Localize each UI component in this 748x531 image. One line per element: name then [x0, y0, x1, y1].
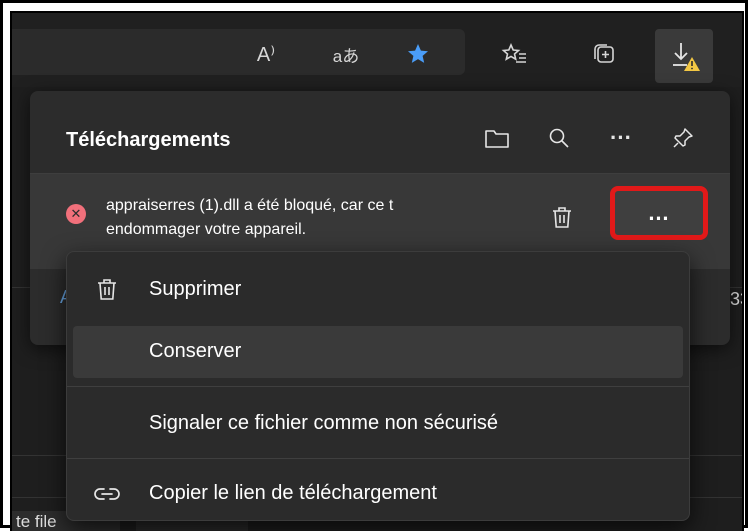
page-number-fragment: 33: [730, 289, 742, 309]
read-aloud-icon[interactable]: A⁾: [250, 40, 282, 68]
menu-separator: [67, 386, 689, 387]
browser-toolbar: A⁾ aあ: [12, 13, 742, 87]
download-message-line1: appraiserres (1).dll a été bloqué, car c…: [106, 197, 394, 214]
screenshot-frame: te file 33 A⁾ aあ: [0, 0, 748, 531]
menu-item-label: Copier le lien de téléchargement: [149, 482, 437, 504]
menu-item-keep[interactable]: Conserver: [73, 326, 683, 378]
menu-item-report-unsafe[interactable]: Signaler ce fichier comme non sécurisé: [67, 398, 689, 450]
download-item-message: appraiserres (1).dll a été bloqué, car c…: [106, 194, 516, 242]
menu-separator: [67, 458, 689, 459]
menu-item-label: Signaler ce fichier comme non sécurisé: [149, 412, 499, 434]
link-icon: [93, 480, 121, 508]
trash-icon: [93, 276, 121, 304]
download-context-menu: Supprimer Conserver Signaler ce fichier …: [66, 251, 690, 521]
download-more-button[interactable]: …: [610, 186, 708, 240]
download-message-line2: endommager votre appareil.: [106, 221, 307, 238]
translate-icon[interactable]: aあ: [330, 40, 362, 68]
collections-icon[interactable]: [588, 40, 620, 68]
favorites-list-icon[interactable]: [498, 40, 530, 68]
favorite-star-icon[interactable]: [402, 40, 434, 68]
menu-item-copy-link[interactable]: Copier le lien de téléchargement: [67, 468, 689, 520]
blocked-error-icon: ✕: [66, 204, 86, 224]
search-icon[interactable]: [542, 121, 576, 155]
address-bar[interactable]: [12, 29, 465, 75]
menu-item-delete[interactable]: Supprimer: [67, 264, 689, 316]
menu-item-label: Supprimer: [149, 278, 242, 300]
browser-window: te file 33 A⁾ aあ: [10, 11, 744, 531]
downloads-button[interactable]: [655, 29, 713, 83]
pin-icon[interactable]: [666, 121, 700, 155]
folder-icon[interactable]: [480, 121, 514, 155]
flyout-title: Téléchargements: [66, 129, 231, 151]
menu-item-label: Conserver: [149, 340, 242, 362]
more-options-icon[interactable]: ···: [604, 121, 638, 155]
trash-icon[interactable]: [546, 202, 578, 234]
